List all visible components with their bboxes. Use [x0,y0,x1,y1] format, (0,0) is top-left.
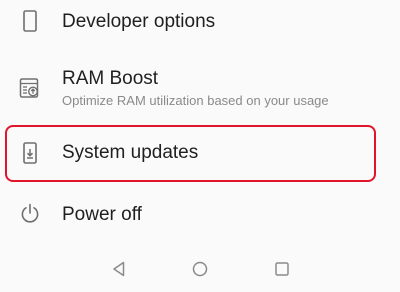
home-icon[interactable] [191,260,209,278]
recents-icon[interactable] [273,260,291,278]
ram-boost-icon [19,78,39,98]
settings-item-title: Power off [62,204,142,225]
settings-item-power-off[interactable]: Power off [0,192,400,242]
settings-item-title: Developer options [62,11,216,32]
highlight-box [5,125,376,182]
phone-outline-icon [23,10,37,32]
settings-item-title: RAM Boost [62,68,159,89]
settings-item-developer-options[interactable]: Developer options [0,0,400,48]
settings-item-ram-boost[interactable]: RAM Boost Optimize RAM utilization based… [0,60,400,116]
back-icon[interactable] [110,260,128,278]
power-icon [21,203,39,223]
settings-item-subtitle: Optimize RAM utilization based on your u… [62,93,329,108]
navigation-bar [0,248,400,292]
